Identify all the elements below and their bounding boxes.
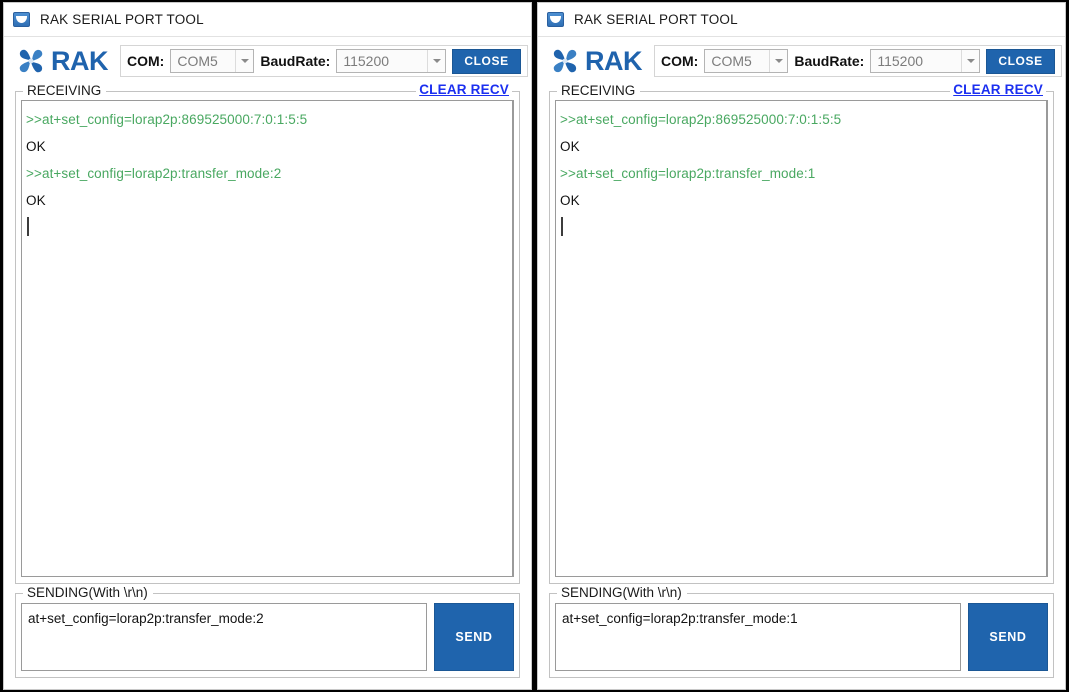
toolbar: RAK COM: COM5 BaudRate: 115200 CLOSE: [538, 37, 1065, 85]
terminal-line: OK: [26, 139, 46, 154]
receiving-label: RECEIVING: [557, 83, 641, 98]
com-port-value: COM5: [177, 53, 218, 69]
baudrate-value: 115200: [343, 53, 390, 69]
baudrate-value: 115200: [877, 53, 924, 69]
sending-group: SENDING(With \r\n) at+set_config=lorap2p…: [15, 585, 520, 678]
close-port-button[interactable]: CLOSE: [452, 48, 521, 74]
terminal-line: OK: [26, 193, 46, 208]
terminal-line: >>at+set_config=lorap2p:869525000:7:0:1:…: [560, 112, 842, 127]
send-button[interactable]: SEND: [434, 603, 514, 671]
app-icon: [547, 12, 564, 27]
window-title: RAK SERIAL PORT TOOL: [574, 12, 738, 27]
com-port-select[interactable]: COM5: [170, 49, 255, 73]
screen: RAK SERIAL PORT TOOL RAK COM: COM5 BaudR…: [0, 0, 1069, 692]
pinwheel-icon: [553, 49, 577, 73]
app-icon: [13, 12, 30, 27]
baudrate-select[interactable]: 115200: [336, 49, 447, 73]
baudrate-select[interactable]: 115200: [870, 49, 981, 73]
send-row: at+set_config=lorap2p:transfer_mode:1 SE…: [555, 603, 1048, 671]
clear-recv-link[interactable]: CLEAR RECV: [950, 82, 1046, 97]
send-input[interactable]: at+set_config=lorap2p:transfer_mode:2: [21, 603, 427, 671]
chevron-down-icon[interactable]: [769, 50, 787, 72]
chevron-down-icon[interactable]: [427, 50, 445, 72]
clear-recv-link[interactable]: CLEAR RECV: [416, 82, 512, 97]
com-label: COM:: [661, 53, 699, 69]
sending-label: SENDING(With \r\n): [557, 585, 687, 600]
chevron-down-icon[interactable]: [961, 50, 979, 72]
serial-tool-window-right: RAK SERIAL PORT TOOL RAK COM: COM5 BaudR…: [537, 2, 1066, 690]
text-caret-line: [560, 214, 1042, 241]
send-input[interactable]: at+set_config=lorap2p:transfer_mode:1: [555, 603, 961, 671]
text-caret: [561, 217, 563, 236]
connection-controls: COM: COM5 BaudRate: 115200 CLOSE: [120, 45, 528, 77]
receiving-label: RECEIVING: [23, 83, 107, 98]
titlebar: RAK SERIAL PORT TOOL: [4, 3, 531, 37]
send-row: at+set_config=lorap2p:transfer_mode:2 SE…: [21, 603, 514, 671]
baudrate-label: BaudRate:: [260, 53, 331, 69]
terminal-line: >>at+set_config=lorap2p:869525000:7:0:1:…: [26, 112, 308, 127]
rak-logo: RAK: [16, 45, 109, 76]
com-label: COM:: [127, 53, 165, 69]
com-port-value: COM5: [711, 53, 752, 69]
serial-tool-window-left: RAK SERIAL PORT TOOL RAK COM: COM5 BaudR…: [3, 2, 532, 690]
rak-logo-text: RAK: [51, 45, 109, 76]
rak-logo-text: RAK: [585, 45, 643, 76]
window-title: RAK SERIAL PORT TOOL: [40, 12, 204, 27]
chevron-down-icon[interactable]: [235, 50, 253, 72]
connection-controls: COM: COM5 BaudRate: 115200 CLOSE: [654, 45, 1062, 77]
close-port-button[interactable]: CLOSE: [986, 48, 1055, 74]
titlebar: RAK SERIAL PORT TOOL: [538, 3, 1065, 37]
baudrate-label: BaudRate:: [794, 53, 865, 69]
terminal-line: >>at+set_config=lorap2p:transfer_mode:1: [560, 166, 816, 181]
terminal-line: >>at+set_config=lorap2p:transfer_mode:2: [26, 166, 282, 181]
receive-output-area[interactable]: >>at+set_config=lorap2p:869525000:7:0:1:…: [555, 100, 1048, 577]
rak-logo: RAK: [550, 45, 643, 76]
text-caret: [27, 217, 29, 236]
sending-label: SENDING(With \r\n): [23, 585, 153, 600]
receiving-group: RECEIVING CLEAR RECV >>at+set_config=lor…: [549, 82, 1054, 584]
terminal-line: OK: [560, 193, 580, 208]
text-caret-line: [26, 214, 508, 241]
sending-group: SENDING(With \r\n) at+set_config=lorap2p…: [549, 585, 1054, 678]
com-port-select[interactable]: COM5: [704, 49, 789, 73]
terminal-line: OK: [560, 139, 580, 154]
receive-output-area[interactable]: >>at+set_config=lorap2p:869525000:7:0:1:…: [21, 100, 514, 577]
receiving-group: RECEIVING CLEAR RECV >>at+set_config=lor…: [15, 82, 520, 584]
toolbar: RAK COM: COM5 BaudRate: 115200 CLOSE: [4, 37, 531, 85]
send-button[interactable]: SEND: [968, 603, 1048, 671]
pinwheel-icon: [19, 49, 43, 73]
